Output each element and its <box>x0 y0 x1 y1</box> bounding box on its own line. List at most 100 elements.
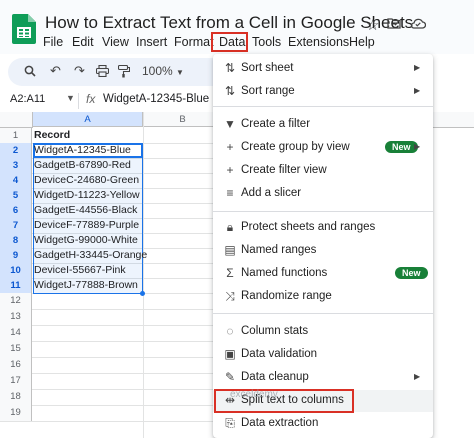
menu-extensions[interactable]: Extensions <box>288 35 349 49</box>
gridline <box>0 309 215 310</box>
chevron-down-icon[interactable]: ▼ <box>176 68 184 77</box>
cell-a6[interactable]: GadgetE-44556-Black <box>34 204 137 216</box>
menu-item-add-slicer[interactable]: ≡ Add a slicer <box>213 183 433 205</box>
menu-tools[interactable]: Tools <box>252 35 281 49</box>
cell-a10[interactable]: DeviceI-55667-Pink <box>34 264 126 276</box>
menu-item-label: Randomize range <box>241 290 332 302</box>
menu-item-label: Protect sheets and ranges <box>241 221 376 233</box>
watermark: exceldemy <box>230 389 278 400</box>
menu-item-protect-sheets[interactable]: 🔒︎ Protect sheets and ranges <box>213 217 433 239</box>
gridline <box>0 357 215 358</box>
row-header[interactable]: 12 <box>0 293 32 309</box>
menu-help[interactable]: Help <box>349 35 375 49</box>
data-validation-icon: ▣ <box>224 347 236 361</box>
group-icon: + <box>226 140 234 154</box>
cell-a7[interactable]: DeviceF-77889-Purple <box>34 219 139 231</box>
row-header[interactable]: 11 <box>0 278 32 293</box>
cell-a5[interactable]: WidgetD-11223-Yellow <box>34 189 140 201</box>
data-cleanup-icon: ✎ <box>224 370 236 384</box>
filter-view-icon: + <box>226 163 234 177</box>
menu-item-named-ranges[interactable]: ▤ Named ranges <box>213 240 433 262</box>
row-header[interactable]: 5 <box>0 188 32 203</box>
row-header[interactable]: 3 <box>0 158 32 173</box>
document-title[interactable]: How to Extract Text from a Cell in Googl… <box>45 13 413 33</box>
row-header[interactable]: 8 <box>0 233 32 248</box>
menu-item-create-filter-view[interactable]: + Create filter view <box>213 160 433 182</box>
new-badge: New <box>395 267 428 279</box>
row-header[interactable]: 13 <box>0 309 32 325</box>
row-header[interactable]: 16 <box>0 357 32 373</box>
row-header[interactable]: 17 <box>0 373 32 389</box>
cell-a2[interactable]: WidgetA-12345-Blue <box>34 144 131 156</box>
cell-a3[interactable]: GadgetB-67890-Red <box>34 159 131 171</box>
search-icon[interactable] <box>24 65 36 77</box>
select-all-corner[interactable] <box>0 112 33 128</box>
menu-format[interactable]: Format <box>174 35 214 49</box>
print-icon[interactable] <box>96 65 109 77</box>
menu-item-column-stats[interactable]: ◌ Column stats <box>213 321 433 343</box>
row-header[interactable]: 19 <box>0 405 32 421</box>
menu-item-create-filter[interactable]: ▼ Create a filter <box>213 114 433 136</box>
data-menu-highlight-box <box>211 32 248 52</box>
menu-item-data-validation[interactable]: ▣ Data validation <box>213 344 433 366</box>
cell-a9[interactable]: GadgetH-33445-Orange <box>34 249 147 261</box>
menu-separator <box>213 211 433 212</box>
row-header[interactable]: 10 <box>0 263 32 278</box>
gridline <box>0 341 215 342</box>
menu-item-sort-range[interactable]: ⇅ Sort range ▶ <box>213 81 433 103</box>
fill-handle[interactable] <box>140 291 145 296</box>
menu-item-data-extraction[interactable]: ⎘ Data extraction <box>213 413 433 435</box>
sort-icon: ⇅ <box>224 84 236 98</box>
fx-icon: fx <box>86 92 96 106</box>
cloud-saved-icon[interactable] <box>410 17 426 29</box>
menu-item-label: Create filter view <box>241 164 327 176</box>
menu-item-sort-sheet[interactable]: ⇅ Sort sheet ▶ <box>213 58 433 80</box>
menu-edit[interactable]: Edit <box>72 35 94 49</box>
name-box[interactable]: A2:A11 <box>10 93 45 105</box>
menu-item-randomize-range[interactable]: ⤨ Randomize range <box>213 286 433 308</box>
shuffle-icon: ⤨ <box>225 289 235 303</box>
menu-insert[interactable]: Insert <box>136 35 167 49</box>
menu-item-label: Data validation <box>241 348 318 360</box>
gridline <box>0 373 215 374</box>
row-header[interactable]: 9 <box>0 248 32 263</box>
zoom-select[interactable]: 100% <box>142 64 173 78</box>
star-icon[interactable]: ☆ <box>366 16 379 34</box>
cell-a1[interactable]: Record <box>34 129 70 141</box>
paint-format-icon[interactable] <box>118 65 130 78</box>
row-header[interactable]: 7 <box>0 218 32 233</box>
row-header[interactable]: 6 <box>0 203 32 218</box>
gridline <box>0 325 215 326</box>
submenu-arrow-icon: ▶ <box>414 142 421 151</box>
row-header[interactable]: 15 <box>0 341 32 357</box>
menu-item-create-group-by-view[interactable]: + Create group by view New ▶ <box>213 137 433 159</box>
data-extraction-icon: ⎘ <box>225 416 235 430</box>
google-sheets-logo-icon[interactable] <box>12 14 36 44</box>
redo-icon[interactable]: ↷ <box>74 63 85 79</box>
menu-item-label: Named functions <box>241 267 328 279</box>
formula-input[interactable]: WidgetA-12345-Blue <box>103 93 209 105</box>
column-header-b[interactable]: B <box>143 112 223 127</box>
chevron-down-icon[interactable]: ▼ <box>66 93 75 103</box>
undo-icon[interactable]: ↶ <box>50 63 61 79</box>
filter-icon: ▼ <box>224 117 236 131</box>
row-header[interactable]: 18 <box>0 389 32 405</box>
slicer-icon: ≡ <box>226 186 234 200</box>
column-header-a[interactable]: A <box>33 112 143 127</box>
row-header[interactable]: 2 <box>0 143 32 158</box>
row-header[interactable]: 1 <box>0 128 32 143</box>
row-header[interactable]: 14 <box>0 325 32 341</box>
menu-file[interactable]: File <box>43 35 63 49</box>
cell-a8[interactable]: WidgetG-99000-White <box>34 234 138 246</box>
menu-view[interactable]: View <box>102 35 129 49</box>
sigma-icon: Σ <box>226 266 234 280</box>
row-header[interactable]: 4 <box>0 173 32 188</box>
submenu-arrow-icon: ▶ <box>414 86 421 95</box>
cell-a11[interactable]: WidgetJ-77888-Brown <box>34 279 138 291</box>
menu-item-label: Data extraction <box>241 417 319 429</box>
menu-item-data-cleanup[interactable]: ✎ Data cleanup ▶ <box>213 367 433 389</box>
cell-a4[interactable]: DeviceC-24680-Green <box>34 174 139 186</box>
menu-item-label: Sort sheet <box>241 62 294 74</box>
move-to-folder-icon[interactable] <box>387 17 401 29</box>
menu-item-named-functions[interactable]: Σ Named functions New <box>213 263 433 285</box>
